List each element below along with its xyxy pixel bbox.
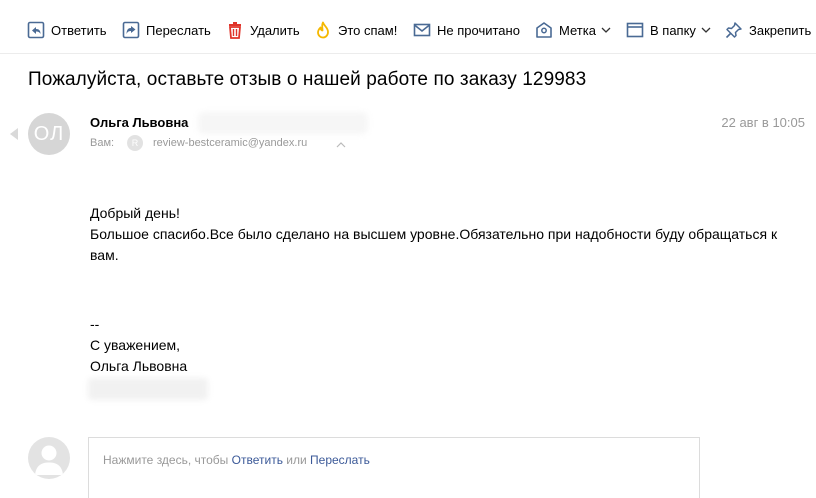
move-to-folder-dropdown[interactable]: В папку xyxy=(626,19,711,41)
spam-label: Это спам! xyxy=(338,22,398,38)
chevron-down-icon xyxy=(601,25,611,35)
pin-label: Закрепить xyxy=(749,22,812,38)
quick-forward-link[interactable]: Переслать xyxy=(310,453,370,467)
reply-label: Ответить xyxy=(51,22,107,38)
quick-reply-middle: или xyxy=(282,453,311,467)
sender-avatar[interactable]: ОЛ xyxy=(28,113,70,155)
recipient-email[interactable]: review-bestceramic@yandex.ru xyxy=(153,137,307,149)
mark-unread-button[interactable]: Не прочитано xyxy=(413,19,520,41)
folder-icon xyxy=(626,21,644,39)
forward-button[interactable]: Переслать xyxy=(122,19,211,41)
quick-reply-prefix: Нажмите здесь, чтобы xyxy=(103,453,232,467)
forward-icon xyxy=(122,21,140,39)
message-body: Добрый день! Большое спасибо.Все было сд… xyxy=(90,203,790,266)
sender-initials: ОЛ xyxy=(33,122,65,145)
user-avatar xyxy=(28,437,70,479)
label-dropdown[interactable]: Метка xyxy=(535,19,611,41)
recipient-avatar: R xyxy=(127,135,143,151)
message-date: 22 авг в 10:05 xyxy=(721,115,805,130)
quick-reply-link[interactable]: Ответить xyxy=(232,453,283,467)
signature-phone-redacted xyxy=(88,378,208,400)
delete-label: Удалить xyxy=(250,22,300,38)
collapse-arrow-icon xyxy=(10,128,18,140)
spam-button[interactable]: Это спам! xyxy=(314,19,397,41)
message-toolbar: Ответить Переслать Удалить Это спам! Не … xyxy=(0,0,816,54)
user-silhouette-icon xyxy=(35,445,63,475)
chevron-up-icon[interactable] xyxy=(336,137,346,148)
signature-name: Ольга Львовна xyxy=(90,358,188,374)
body-greeting: Добрый день! xyxy=(90,205,180,221)
signature-separator: -- xyxy=(90,316,100,332)
fire-icon xyxy=(314,21,332,39)
trash-icon xyxy=(226,21,244,39)
signature-regards: С уважением, xyxy=(90,337,181,353)
sender-email-redacted xyxy=(198,112,368,134)
recipient-label: Вам: xyxy=(90,137,115,149)
delete-button[interactable]: Удалить xyxy=(226,19,300,41)
signature: -- С уважением, Ольга Львовна xyxy=(90,314,187,377)
label-dropdown-label: Метка xyxy=(559,22,596,38)
reply-button[interactable]: Ответить xyxy=(27,19,107,41)
quick-reply-hint[interactable]: Нажмите здесь, чтобы Ответить или Пересл… xyxy=(103,453,370,467)
reply-icon xyxy=(27,21,45,39)
quick-reply-box[interactable] xyxy=(88,437,700,498)
forward-label: Переслать xyxy=(146,22,211,38)
pin-icon xyxy=(725,21,743,39)
tag-icon xyxy=(535,21,553,39)
unread-label: Не прочитано xyxy=(437,22,520,38)
envelope-icon xyxy=(413,21,431,39)
message-subject: Пожалуйста, оставьте отзыв о нашей работ… xyxy=(28,69,587,90)
sender-name[interactable]: Ольга Львовна xyxy=(90,115,188,130)
body-text: Большое спасибо.Все было сделано на высш… xyxy=(90,226,778,263)
folder-dropdown-label: В папку xyxy=(650,22,696,38)
chevron-down-icon xyxy=(701,25,711,35)
pin-button[interactable]: Закрепить xyxy=(725,19,811,41)
